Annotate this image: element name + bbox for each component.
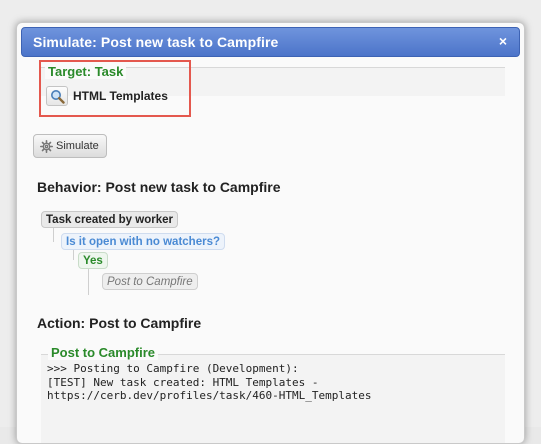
tree-connector (73, 250, 74, 260)
tree-node-action[interactable]: Post to Campfire (102, 273, 198, 290)
tree-node-switch[interactable]: Is it open with no watchers? (61, 233, 225, 250)
highlight-box (39, 60, 191, 117)
result-output-line: >>> Posting to Campfire (Development): (47, 362, 299, 375)
tree-node-outcome[interactable]: Yes (78, 252, 108, 269)
dialog-title: Simulate: Post new task to Campfire (33, 34, 279, 50)
result-output-line: https://cerb.dev/profiles/task/460-HTML_… (47, 389, 372, 402)
gear-icon (40, 140, 53, 153)
behavior-heading: Behavior: Post new task to Campfire (37, 179, 281, 195)
tree-node-trigger[interactable]: Task created by worker (41, 211, 178, 228)
result-output-line: [TEST] New task created: HTML Templates … (47, 375, 319, 389)
dialog-titlebar[interactable]: Simulate: Post new task to Campfire × (21, 27, 520, 57)
close-icon[interactable]: × (495, 33, 511, 49)
result-output: >>> Posting to Campfire (Development): [T… (47, 362, 372, 403)
simulate-button[interactable]: Simulate (33, 134, 107, 158)
result-legend: Post to Campfire (48, 345, 159, 360)
simulate-dialog: Simulate: Post new task to Campfire × Ta… (16, 22, 525, 444)
tree-connector (88, 269, 89, 295)
action-heading: Action: Post to Campfire (37, 315, 202, 331)
tree-connector (53, 228, 54, 242)
simulate-button-label: Simulate (56, 140, 99, 152)
